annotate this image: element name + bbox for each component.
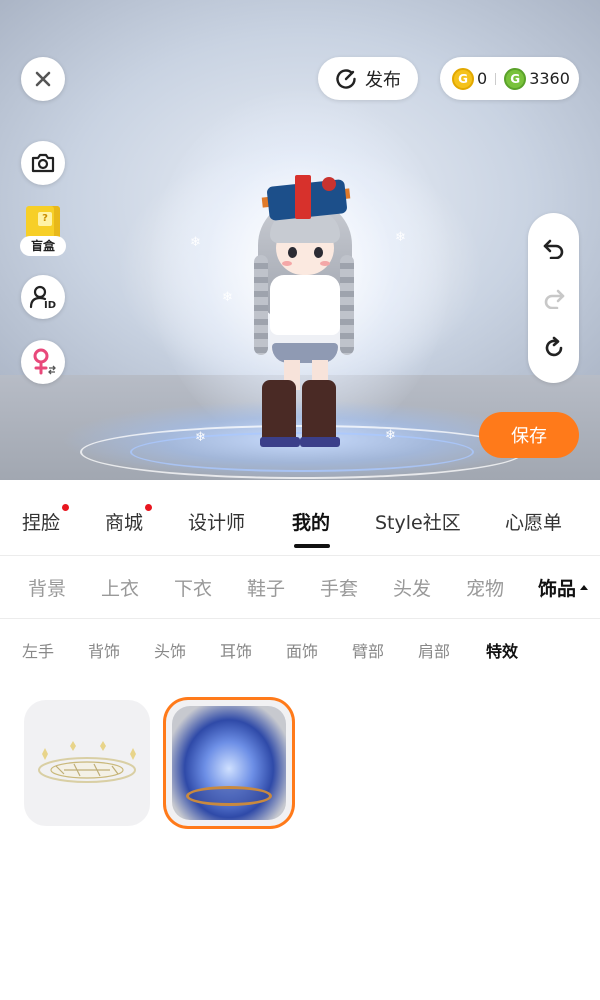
avatar-id-button[interactable]: ID xyxy=(21,275,65,319)
main-tab-bar: 捏脸 商城 设计师 我的 Style社区 心愿单 xyxy=(0,480,600,556)
green-coin-balance: 3360 xyxy=(529,69,570,88)
user-id-icon: ID xyxy=(29,285,56,310)
subtab-hair[interactable]: 头发 xyxy=(393,574,431,601)
category-shoulder[interactable]: 肩部 xyxy=(418,638,450,662)
currency-balance[interactable]: G 0 G 3360 xyxy=(440,57,579,100)
tab-label: 我的 xyxy=(292,512,331,534)
publish-label: 发布 xyxy=(365,69,401,91)
subtab-gloves[interactable]: 手套 xyxy=(320,574,358,601)
avatar-preview-stage: ❄ ❄ ❄ ❄ ❄ ❄ xyxy=(0,0,600,480)
avatar-talisman xyxy=(295,175,311,219)
item-white-crystal-halo[interactable] xyxy=(24,700,150,826)
subtab-bottom[interactable]: 下衣 xyxy=(174,574,212,601)
category-effects[interactable]: 特效 xyxy=(486,638,518,662)
category-face[interactable]: 面饰 xyxy=(286,638,318,662)
tab-face[interactable]: 捏脸 xyxy=(22,504,70,535)
active-tab-indicator xyxy=(294,544,330,548)
item-blue-flame-aura[interactable] xyxy=(166,700,292,826)
tab-label: 设计师 xyxy=(188,512,246,534)
gender-switch-button[interactable] xyxy=(21,340,65,384)
snowflake-icon: ❄ xyxy=(385,428,396,443)
tab-shop[interactable]: 商城 xyxy=(105,504,153,535)
blind-box-label: 盲盒 xyxy=(20,236,66,256)
accessory-category-bar: 左手 背饰 头饰 耳饰 面饰 臂部 肩部 特效 xyxy=(0,618,600,676)
category-arm[interactable]: 臂部 xyxy=(352,638,384,662)
svg-text:ID: ID xyxy=(44,300,56,310)
clothing-category-bar: 背景 上衣 下衣 鞋子 手套 头发 宠物 饰品 xyxy=(0,556,600,619)
camera-icon xyxy=(31,153,55,173)
category-left-hand[interactable]: 左手 xyxy=(22,638,54,662)
category-headwear[interactable]: 头饰 xyxy=(154,638,186,662)
publish-icon xyxy=(336,68,356,89)
tab-label: 心愿单 xyxy=(505,512,563,534)
tab-wishlist[interactable]: 心愿单 xyxy=(505,508,562,535)
reset-button[interactable] xyxy=(528,328,579,368)
avatar-character[interactable] xyxy=(240,175,370,460)
aura-base-ring xyxy=(186,786,272,806)
tab-style-community[interactable]: Style社区 xyxy=(375,508,461,535)
avatar-skirt xyxy=(272,343,338,363)
gold-coin-icon: G xyxy=(452,67,474,90)
notification-dot xyxy=(145,504,153,511)
publish-button[interactable]: 发布 xyxy=(318,57,418,100)
tab-label: Style社区 xyxy=(375,512,461,534)
save-button[interactable]: 保存 xyxy=(479,412,579,458)
undo-button[interactable] xyxy=(528,228,579,268)
gold-coin-balance: 0 xyxy=(477,69,488,88)
subtab-shoes[interactable]: 鞋子 xyxy=(247,574,285,601)
subtab-accessories[interactable]: 饰品 xyxy=(538,574,589,601)
camera-button[interactable] xyxy=(21,141,65,185)
snowflake-icon: ❄ xyxy=(395,230,406,245)
divider xyxy=(495,72,497,85)
gift-box-icon: ? xyxy=(26,206,60,240)
category-back[interactable]: 背饰 xyxy=(88,638,120,662)
redo-button[interactable] xyxy=(528,278,579,318)
close-icon xyxy=(35,71,51,87)
green-coin-icon: G xyxy=(504,67,527,90)
caret-up-icon xyxy=(580,585,589,590)
crystal-halo-thumbnail xyxy=(38,741,136,783)
tab-designer[interactable]: 设计师 xyxy=(188,508,245,535)
question-mark-icon: ? xyxy=(38,212,52,226)
subtab-pet[interactable]: 宠物 xyxy=(466,574,504,601)
tab-label: 捏脸 xyxy=(22,512,61,534)
blind-box-button[interactable]: ? 盲盒 xyxy=(20,206,68,260)
undo-icon xyxy=(543,239,563,259)
subtab-background[interactable]: 背景 xyxy=(28,574,66,601)
tab-mine[interactable]: 我的 xyxy=(292,508,330,535)
subtab-label: 饰品 xyxy=(538,578,577,600)
history-controls xyxy=(528,213,579,383)
refresh-icon xyxy=(545,336,562,357)
subtab-top[interactable]: 上衣 xyxy=(101,574,139,601)
notification-dot xyxy=(62,504,70,511)
snowflake-icon: ❄ xyxy=(195,430,206,445)
redo-icon xyxy=(544,289,564,309)
category-earrings[interactable]: 耳饰 xyxy=(220,638,252,662)
close-button[interactable] xyxy=(21,57,65,101)
tab-label: 商城 xyxy=(105,512,144,534)
snowflake-icon: ❄ xyxy=(190,235,201,250)
female-gender-icon xyxy=(33,348,56,375)
snowflake-icon: ❄ xyxy=(222,290,233,305)
